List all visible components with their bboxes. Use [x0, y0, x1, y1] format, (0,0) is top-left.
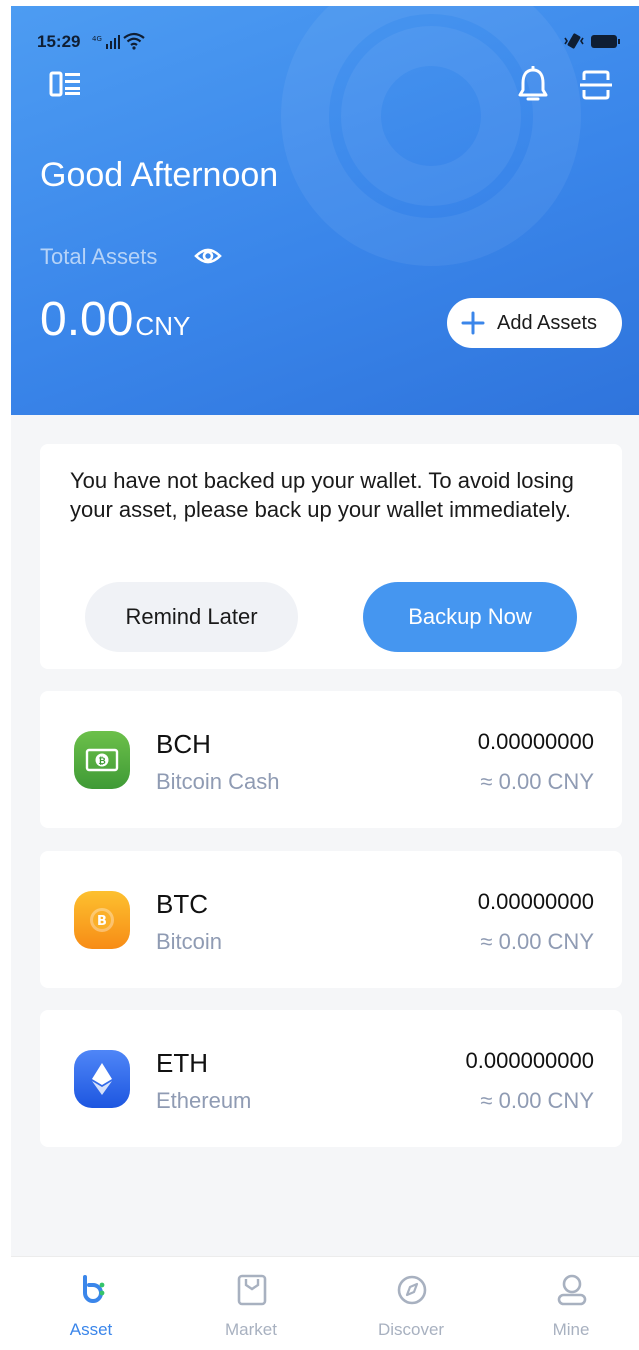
asset-symbol: BTC	[156, 889, 208, 919]
asset-value: ≈ 0.00 CNY	[480, 929, 594, 954]
bch-coin-icon-glyph: ₿	[85, 748, 119, 772]
nav-label: Discover	[377, 1320, 445, 1339]
nav-tab-market[interactable]: Market	[181, 1257, 321, 1350]
mine-icon	[557, 1274, 587, 1306]
remind-later-button[interactable]: Remind Later	[85, 582, 298, 652]
nav-label: Asset	[69, 1320, 113, 1339]
status-bar: 15:29 4G	[37, 32, 620, 54]
bch-coin-icon: ₿	[74, 731, 130, 789]
backup-now-button[interactable]: Backup Now	[363, 582, 577, 652]
asset-symbol: ETH	[156, 1048, 208, 1078]
network-badge: 4G	[92, 35, 102, 43]
app-screen: 15:29 4G Good Afternoon Total Assets 0.0…	[11, 6, 639, 1350]
total-assets-label: Total Assets	[40, 244, 158, 269]
asset-balance: 0.000000000	[465, 1048, 594, 1073]
eth-coin-icon-glyph	[92, 1063, 112, 1095]
signal-icon: 4G	[92, 35, 120, 49]
btc-coin-icon-glyph: B	[90, 908, 114, 932]
asset-row-eth[interactable]: ETH Ethereum 0.000000000 ≈ 0.00 CNY	[40, 1010, 622, 1147]
asset-icon	[83, 1275, 105, 1303]
total-amount-currency: CNY	[135, 311, 191, 341]
vibrate-icon	[564, 33, 584, 49]
eth-coin-icon	[74, 1050, 130, 1108]
battery-icon	[591, 35, 620, 48]
scan-icon[interactable]	[578, 68, 614, 102]
nav-tab-discover[interactable]: Discover	[341, 1257, 481, 1350]
backup-reminder-card: You have not backed up your wallet. To a…	[40, 444, 622, 669]
svg-text:B: B	[97, 914, 107, 929]
wifi-icon	[123, 32, 145, 50]
asset-symbol: BCH	[156, 729, 211, 759]
total-assets-amount: 0.00CNY	[40, 292, 190, 347]
nav-tab-mine[interactable]: Mine	[501, 1257, 639, 1350]
greeting-text: Good Afternoon	[40, 156, 279, 194]
assets-header: 15:29 4G Good Afternoon Total Assets 0.0…	[11, 6, 639, 415]
bell-icon[interactable]	[515, 66, 551, 104]
btc-coin-icon: B	[74, 891, 130, 949]
asset-name: Bitcoin Cash	[156, 769, 280, 794]
total-amount-value: 0.00	[40, 293, 134, 346]
svg-text:₿: ₿	[98, 756, 105, 767]
asset-balance: 0.00000000	[477, 729, 594, 754]
asset-value: ≈ 0.00 CNY	[480, 1088, 594, 1113]
eye-icon[interactable]	[193, 243, 223, 269]
menu-icon[interactable]	[49, 70, 83, 100]
add-assets-label: Add Assets	[497, 311, 598, 334]
status-time: 15:29	[37, 32, 81, 51]
asset-value: ≈ 0.00 CNY	[480, 769, 594, 794]
market-icon	[237, 1274, 267, 1306]
asset-name: Ethereum	[156, 1088, 252, 1113]
asset-balance: 0.00000000	[477, 889, 594, 914]
asset-name: Bitcoin	[156, 929, 223, 954]
nav-label: Mine	[552, 1320, 590, 1339]
add-assets-button[interactable]: Add Assets	[447, 298, 622, 348]
discover-icon	[397, 1275, 427, 1305]
backup-message: You have not backed up your wallet. To a…	[70, 468, 574, 522]
bottom-navigation: Asset Market Discover Mine	[11, 1256, 639, 1350]
asset-row-bch[interactable]: ₿ BCH Bitcoin Cash 0.00000000 ≈ 0.00 CNY	[40, 691, 622, 828]
nav-label: Market	[225, 1320, 277, 1339]
nav-tab-asset[interactable]: Asset	[21, 1257, 161, 1350]
plus-icon	[461, 311, 485, 335]
asset-row-btc[interactable]: B BTC Bitcoin 0.00000000 ≈ 0.00 CNY	[40, 851, 622, 988]
